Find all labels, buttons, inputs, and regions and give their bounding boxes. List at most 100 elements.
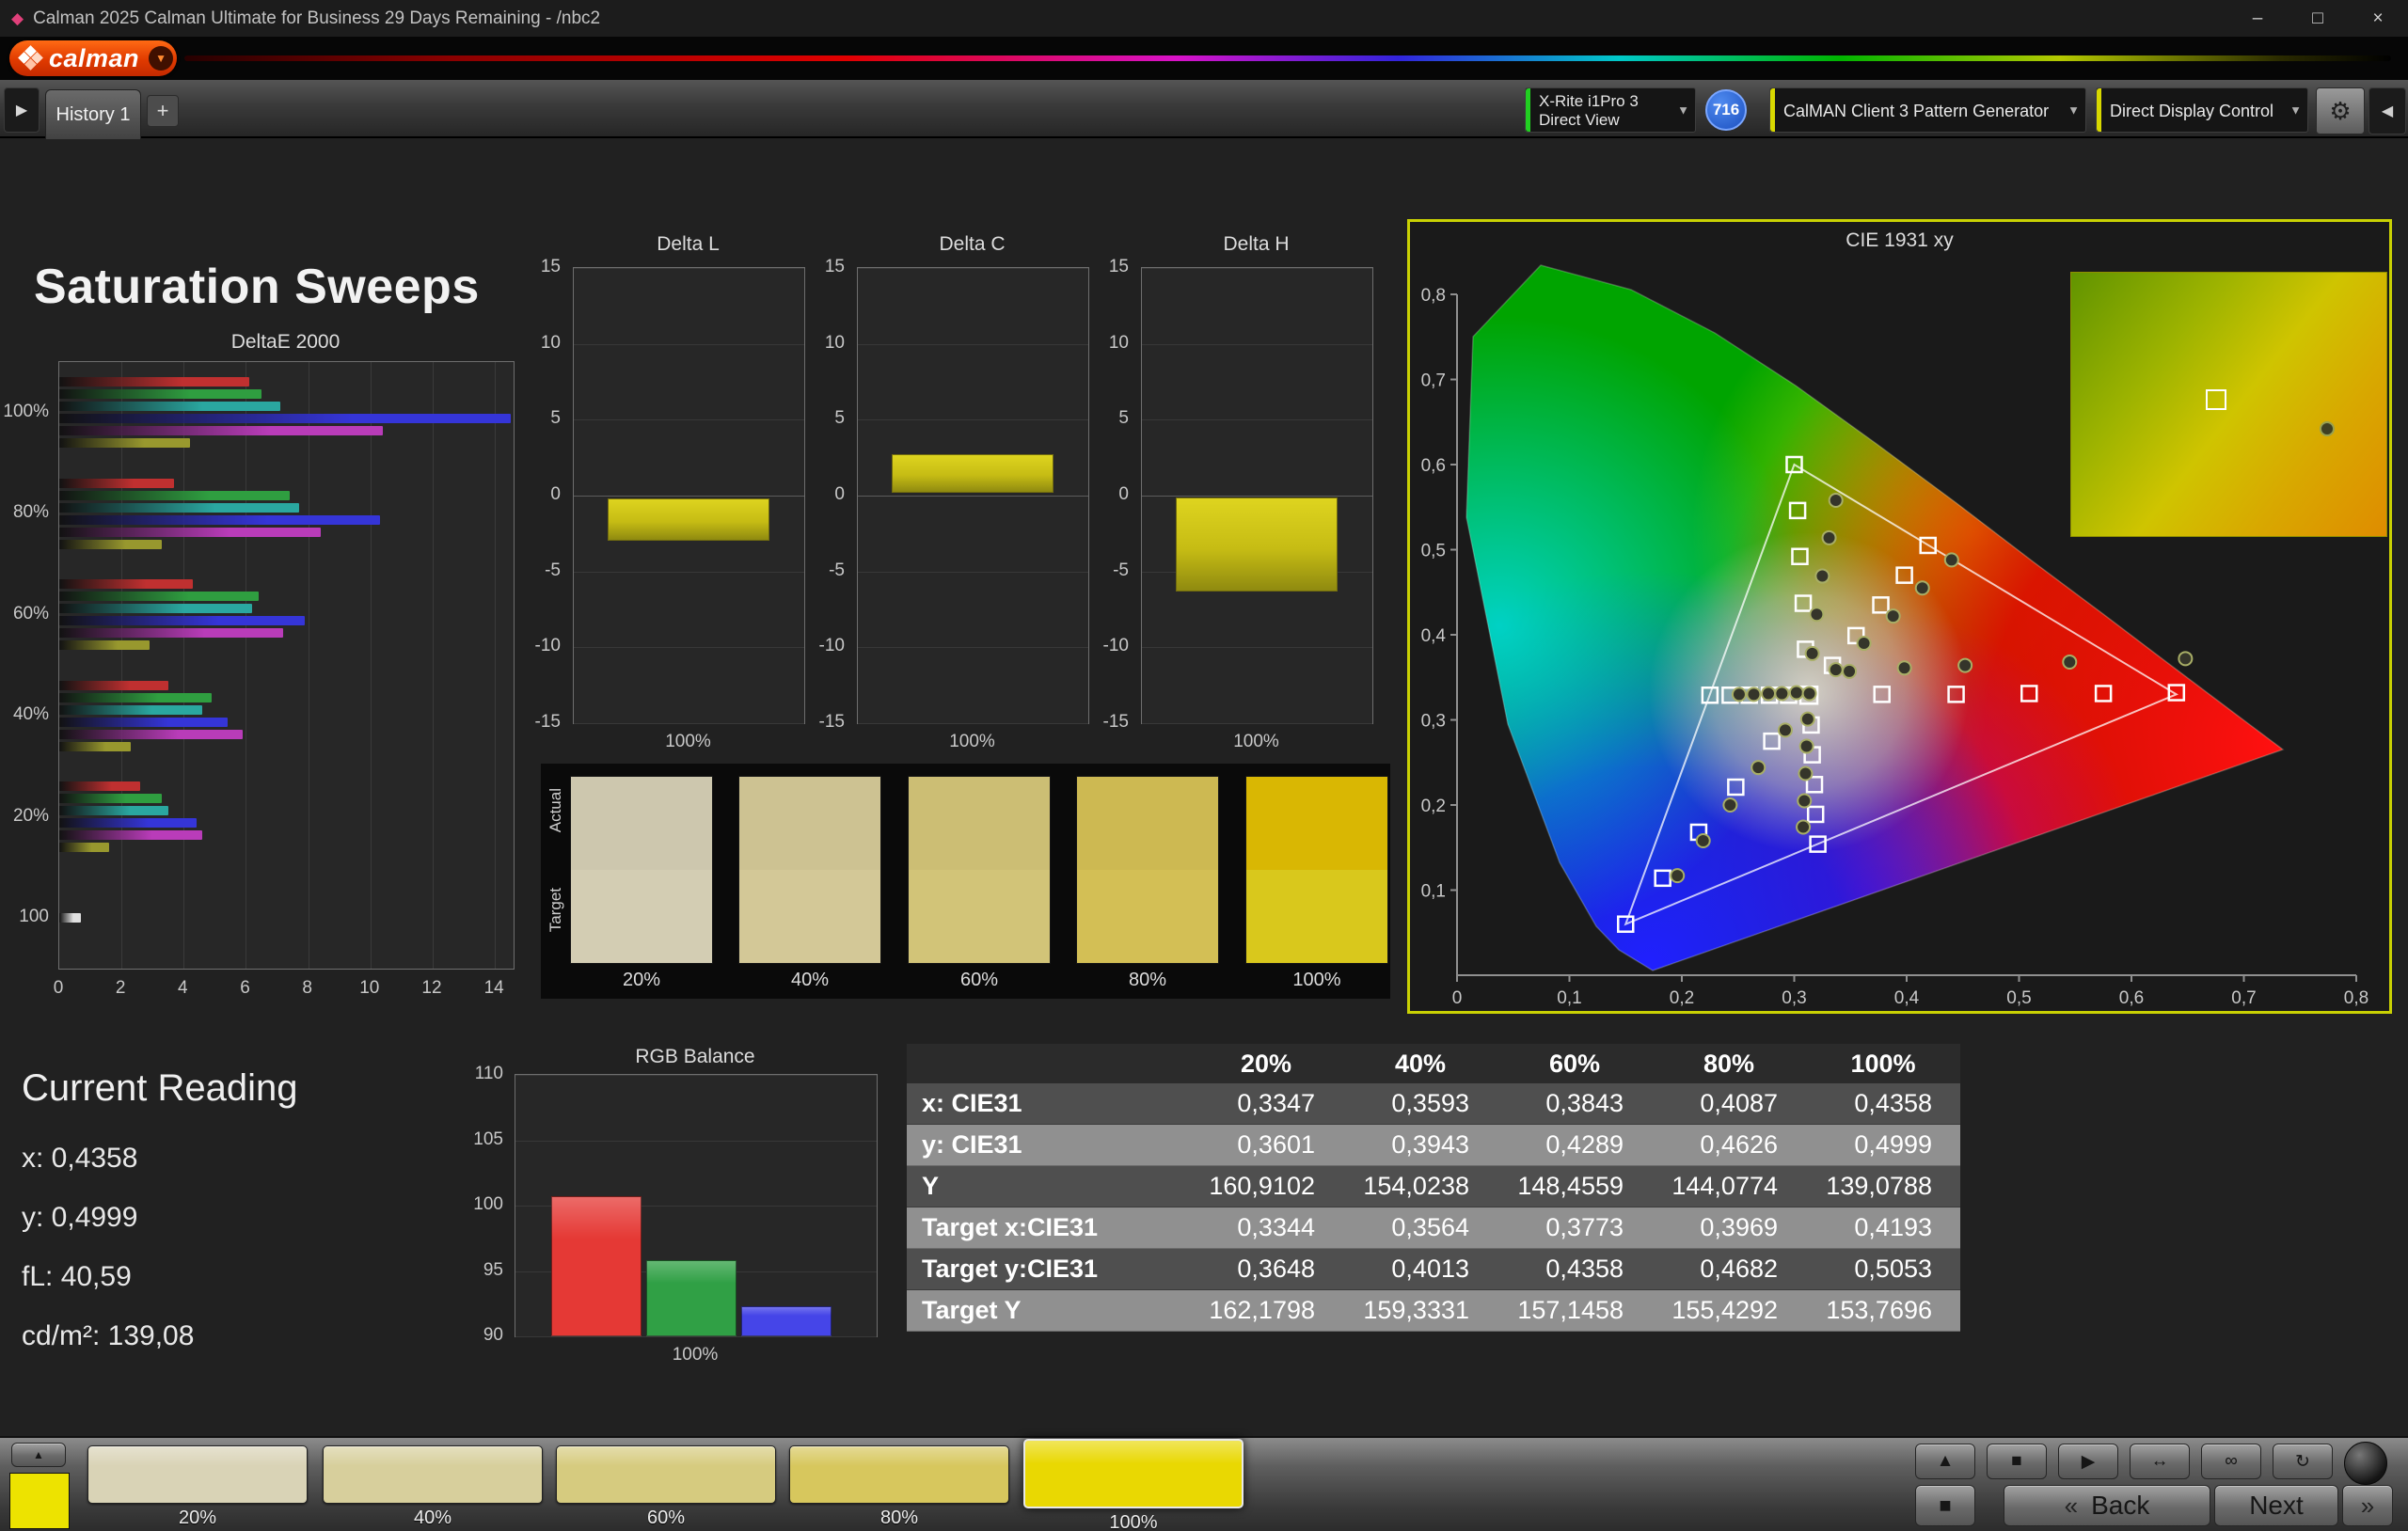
cie-measured-dot xyxy=(1958,659,1972,672)
x-tick-label: 0,2 xyxy=(1670,988,1694,1008)
y-tick-label: 10 xyxy=(521,333,561,354)
inset-measured-dot xyxy=(2320,421,2335,436)
pattern-window-button[interactable]: ▲ xyxy=(11,1443,66,1467)
stop-icon: ■ xyxy=(2011,1451,2021,1472)
step-button[interactable]: ↔ xyxy=(2130,1444,2190,1479)
cie-measured-dot xyxy=(1803,687,1816,700)
pattern-swatch-100%[interactable] xyxy=(1023,1439,1244,1508)
expand-panel-button[interactable]: ▶ xyxy=(4,87,40,133)
tab-history-1[interactable]: History 1 xyxy=(45,89,141,139)
window-title: Calman 2025 Calman Ultimate for Business… xyxy=(33,8,600,29)
y-tick-label: 0,3 xyxy=(1421,712,1446,732)
collapse-panel-button[interactable]: ◀ xyxy=(2368,87,2406,134)
swatch-column: 40% xyxy=(738,776,881,991)
cie-measured-dot xyxy=(1800,740,1814,753)
deltae-bar xyxy=(59,426,383,435)
next-button[interactable]: Next xyxy=(2214,1485,2338,1526)
pattern-generator-dropdown[interactable]: CalMAN Client 3 Pattern Generator ▼ xyxy=(1769,87,2086,133)
table-row-label: Target y:CIE31 xyxy=(907,1249,1189,1290)
deltae-bar xyxy=(59,843,109,852)
delta-h-chart: Delta H 151050-5-10-15 100% xyxy=(1089,233,1373,764)
swatch-label: 40% xyxy=(738,970,881,991)
cie-measured-dot xyxy=(1887,609,1900,623)
chevrons-right-icon: » xyxy=(2361,1492,2374,1521)
gridline xyxy=(858,344,1088,345)
loop-button[interactable]: ∞ xyxy=(2201,1444,2261,1479)
meter-label: X-Rite i1Pro 3 Direct View xyxy=(1539,92,1639,130)
gridline xyxy=(574,419,804,420)
x-axis-label: 100% xyxy=(857,732,1087,752)
cie-measured-dot xyxy=(1797,821,1810,834)
y-tick-label: -5 xyxy=(1089,560,1129,581)
gridline xyxy=(858,572,1088,573)
actual-target-swatch-40% xyxy=(738,776,881,964)
measurement-count-badge[interactable]: 716 xyxy=(1705,89,1747,131)
deltae-bar xyxy=(59,528,321,537)
meter-dropdown[interactable]: X-Rite i1Pro 3 Direct View ▼ xyxy=(1525,87,1696,133)
pattern-swatch-20%[interactable] xyxy=(87,1445,308,1504)
pattern-swatch-wrap: 40% xyxy=(323,1445,543,1529)
cie-measured-dot xyxy=(1823,531,1836,545)
swatch-column: 60% xyxy=(908,776,1051,991)
refresh-button[interactable]: ↻ xyxy=(2273,1444,2333,1479)
cie-measured-dot xyxy=(1898,661,1911,674)
cie-measured-dot xyxy=(1858,637,1871,650)
table-row-label: Target Y xyxy=(907,1290,1189,1332)
close-button[interactable]: × xyxy=(2348,0,2408,37)
pattern-swatch-80%[interactable] xyxy=(789,1445,1009,1504)
pattern-swatch-40%[interactable] xyxy=(323,1445,543,1504)
maximize-button[interactable]: □ xyxy=(2288,0,2348,37)
calman-diamond-icon xyxy=(19,46,43,71)
settings-gear-button[interactable]: ⚙ xyxy=(2316,87,2365,134)
minimize-button[interactable]: – xyxy=(2227,0,2288,37)
x-tick-label: 6 xyxy=(240,978,250,999)
delta-bar xyxy=(892,454,1054,492)
gridline xyxy=(858,419,1088,420)
chevron-down-icon[interactable]: ▼ xyxy=(1677,103,1689,118)
x-axis-labels: 02468101214 xyxy=(58,978,513,1002)
stop-small-button[interactable]: ■ xyxy=(1987,1444,2047,1479)
actual-target-swatch-100% xyxy=(1245,776,1388,964)
plot-area xyxy=(515,1074,878,1337)
pattern-swatch-60%[interactable] xyxy=(556,1445,776,1504)
chevron-down-icon[interactable]: ▼ xyxy=(2289,103,2302,118)
deltae-bar xyxy=(59,491,290,500)
stop-button[interactable]: ■ xyxy=(1915,1485,1975,1526)
calman-menu-button[interactable]: calman ▼ xyxy=(9,40,177,76)
table-cell: 0,4999 xyxy=(1806,1125,1960,1166)
chart-title: Delta H xyxy=(1141,233,1371,256)
meter-name: X-Rite i1Pro 3 xyxy=(1539,92,1639,111)
deltae-bar xyxy=(59,604,252,613)
next-page-chevron-button[interactable]: » xyxy=(2342,1485,2393,1526)
play-button[interactable]: ▶ xyxy=(2058,1444,2118,1479)
table-cell: 157,1458 xyxy=(1497,1290,1652,1332)
chevron-down-icon[interactable]: ▼ xyxy=(2067,103,2080,118)
y-tick-label: 10 xyxy=(805,333,845,354)
deltae-bar xyxy=(59,781,140,791)
eject-button[interactable]: ▲ xyxy=(1915,1444,1975,1479)
table-cell: 0,4289 xyxy=(1497,1125,1652,1166)
record-indicator-button[interactable] xyxy=(2344,1442,2387,1485)
cie-measured-dot xyxy=(1798,767,1812,781)
y-tick-label: -10 xyxy=(1089,636,1129,656)
swatch-comparison-panel: Actual Target 20%40%60%80%100% xyxy=(541,764,1390,999)
chevron-down-icon[interactable]: ▼ xyxy=(149,46,173,71)
loop-icon: ∞ xyxy=(2225,1451,2238,1472)
deltae-bar xyxy=(59,730,243,739)
table-cell: 0,3843 xyxy=(1497,1083,1652,1125)
display-control-dropdown[interactable]: Direct Display Control ▼ xyxy=(2096,87,2308,133)
table-cell: 0,3773 xyxy=(1497,1207,1652,1249)
y-tick-label: 0 xyxy=(521,484,561,505)
cie-measured-dot xyxy=(1830,494,1843,507)
table-header-cell: 40% xyxy=(1343,1044,1497,1083)
add-tab-button[interactable]: + xyxy=(147,95,179,127)
cie-measured-dot xyxy=(1751,761,1765,774)
back-button[interactable]: « Back xyxy=(2004,1485,2210,1526)
x-tick-label: 0,5 xyxy=(2006,988,2031,1008)
x-tick-label: 8 xyxy=(302,978,312,999)
rainbow-gradient-strip xyxy=(184,55,2391,61)
y-tick-label: -15 xyxy=(1089,712,1129,733)
reading-fl: fL: 40,59 xyxy=(22,1261,132,1293)
pattern-swatch-label: 100% xyxy=(1023,1512,1244,1531)
maximize-icon: □ xyxy=(2312,8,2322,29)
